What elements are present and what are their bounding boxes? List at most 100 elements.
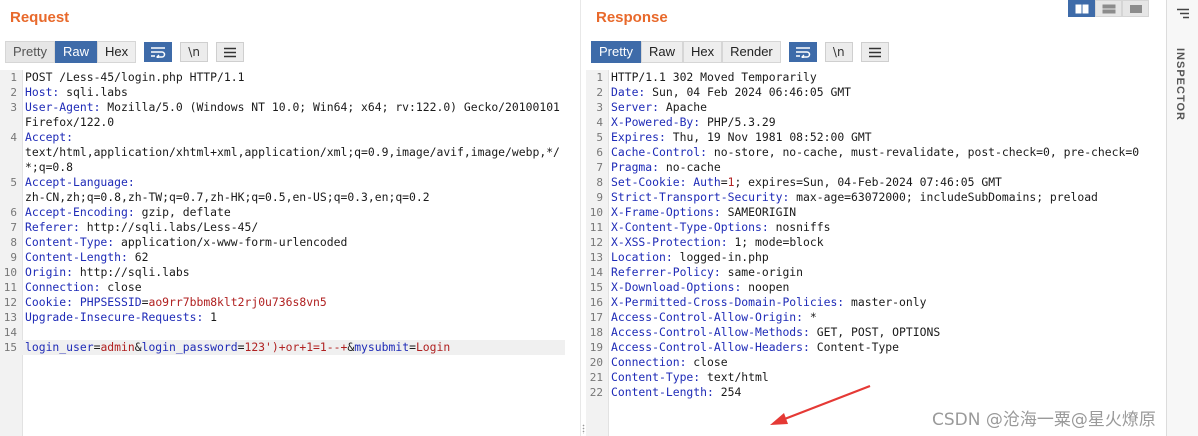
header-name: Cache-Control: <box>611 145 708 159</box>
line-content[interactable]: Content-Type: application/x-www-form-url… <box>20 235 565 250</box>
response-line[interactable]: 1 HTTP/1.1 302 Moved Temporarily <box>586 70 1166 85</box>
response-show-newlines-button[interactable]: \n <box>824 42 853 62</box>
response-line[interactable]: 11 X-Content-Type-Options: nosniffs <box>586 220 1166 235</box>
response-tab-pretty[interactable]: Pretty <box>591 41 641 63</box>
response-line[interactable]: 17 Access-Control-Allow-Origin: * <box>586 310 1166 325</box>
response-wrap-lines-button[interactable] <box>788 42 817 62</box>
response-line[interactable]: 3 Server: Apache <box>586 100 1166 115</box>
response-menu-button[interactable] <box>860 42 889 62</box>
request-tab-pretty[interactable]: Pretty <box>5 41 55 63</box>
header-name: Access-Control-Allow-Methods: <box>611 325 810 339</box>
wrap-lines-button[interactable] <box>144 42 173 62</box>
text-segment: 254 <box>713 385 742 399</box>
line-content[interactable]: Connection: close <box>606 355 1151 370</box>
request-line[interactable]: 14 <box>0 325 580 340</box>
line-content[interactable]: Accept: text/html,application/xhtml+xml,… <box>20 130 565 175</box>
line-content[interactable]: Access-Control-Allow-Origin: * <box>606 310 1151 325</box>
request-line[interactable]: 3 User-Agent: Mozilla/5.0 (Windows NT 10.… <box>0 100 580 130</box>
request-line[interactable]: 11 Connection: close <box>0 280 580 295</box>
line-content[interactable]: Strict-Transport-Security: max-age=63072… <box>606 190 1151 205</box>
line-content[interactable] <box>20 325 565 340</box>
request-line[interactable]: 6 Accept-Encoding: gzip, deflate <box>0 205 580 220</box>
request-line[interactable]: 10 Origin: http://sqli.labs <box>0 265 580 280</box>
request-line[interactable]: 8 Content-Type: application/x-www-form-ur… <box>0 235 580 250</box>
text-segment: GET, POST, OPTIONS <box>809 325 941 339</box>
line-content[interactable]: Connection: close <box>20 280 565 295</box>
response-line[interactable]: 19 Access-Control-Allow-Headers: Content-… <box>586 340 1166 355</box>
line-content[interactable]: Origin: http://sqli.labs <box>20 265 565 280</box>
response-line[interactable]: 12 X-XSS-Protection: 1; mode=block <box>586 235 1166 250</box>
request-line[interactable]: 1 POST /Less-45/login.php HTTP/1.1 <box>0 70 580 85</box>
line-content[interactable]: X-XSS-Protection: 1; mode=block <box>606 235 1151 250</box>
split-vertical-button[interactable] <box>1095 0 1122 17</box>
request-line[interactable]: 2 Host: sqli.labs <box>0 85 580 100</box>
line-content[interactable]: Access-Control-Allow-Headers: Content-Ty… <box>606 340 1151 355</box>
response-line[interactable]: 2 Date: Sun, 04 Feb 2024 06:46:05 GMT <box>586 85 1166 100</box>
line-content[interactable]: HTTP/1.1 302 Moved Temporarily <box>606 70 1151 85</box>
line-content[interactable]: Access-Control-Allow-Methods: GET, POST,… <box>606 325 1151 340</box>
response-line[interactable]: 10 X-Frame-Options: SAMEORIGIN <box>586 205 1166 220</box>
response-line[interactable]: 7 Pragma: no-cache <box>586 160 1166 175</box>
line-content[interactable]: Referrer-Policy: same-origin <box>606 265 1151 280</box>
single-pane-button[interactable] <box>1122 0 1149 17</box>
response-line[interactable]: 14 Referrer-Policy: same-origin <box>586 265 1166 280</box>
request-line[interactable]: 7 Referer: http://sqli.labs/Less-45/ <box>0 220 580 235</box>
request-line[interactable]: 15 login_user=admin&login_password=123')+… <box>0 340 580 355</box>
line-content[interactable]: POST /Less-45/login.php HTTP/1.1 <box>20 70 565 85</box>
line-content[interactable]: Referer: http://sqli.labs/Less-45/ <box>20 220 565 235</box>
request-line[interactable]: 12 Cookie: PHPSESSID=ao9rr7bbm8klt2rj0u73… <box>0 295 580 310</box>
line-number: 20 <box>589 356 603 369</box>
request-line[interactable]: 4 Accept: text/html,application/xhtml+xml… <box>0 130 580 175</box>
line-content[interactable]: Location: logged-in.php <box>606 250 1151 265</box>
line-content[interactable]: Pragma: no-cache <box>606 160 1151 175</box>
line-content[interactable]: X-Permitted-Cross-Domain-Policies: maste… <box>606 295 1151 310</box>
line-content[interactable]: Date: Sun, 04 Feb 2024 06:46:05 GMT <box>606 85 1151 100</box>
line-content[interactable]: User-Agent: Mozilla/5.0 (Windows NT 10.0… <box>20 100 565 130</box>
split-horizontal-button[interactable] <box>1068 0 1095 17</box>
show-newlines-button[interactable]: \n <box>180 42 209 62</box>
response-line[interactable]: 8 Set-Cookie: Auth=1; expires=Sun, 04-Feb… <box>586 175 1166 190</box>
line-content[interactable]: Cookie: PHPSESSID=ao9rr7bbm8klt2rj0u736s… <box>20 295 565 310</box>
line-content[interactable]: X-Download-Options: noopen <box>606 280 1151 295</box>
response-tab-render[interactable]: Render <box>722 41 781 63</box>
response-tab-hex[interactable]: Hex <box>682 41 723 63</box>
line-content[interactable]: Upgrade-Insecure-Requests: 1 <box>20 310 565 325</box>
response-line[interactable]: 18 Access-Control-Allow-Methods: GET, POS… <box>586 325 1166 340</box>
line-content[interactable]: Set-Cookie: Auth=1; expires=Sun, 04-Feb-… <box>606 175 1151 190</box>
request-line[interactable]: 13 Upgrade-Insecure-Requests: 1 <box>0 310 580 325</box>
request-tab-raw[interactable]: Raw <box>54 41 97 63</box>
response-line[interactable]: 13 Location: logged-in.php <box>586 250 1166 265</box>
line-content[interactable]: X-Frame-Options: SAMEORIGIN <box>606 205 1151 220</box>
line-content[interactable]: Cache-Control: no-store, no-cache, must-… <box>606 145 1151 160</box>
request-line[interactable]: 9 Content-Length: 62 <box>0 250 580 265</box>
response-line[interactable]: 16 X-Permitted-Cross-Domain-Policies: mas… <box>586 295 1166 310</box>
line-content[interactable]: Content-Length: 62 <box>20 250 565 265</box>
line-content[interactable]: Host: sqli.labs <box>20 85 565 100</box>
response-line[interactable]: 9 Strict-Transport-Security: max-age=6307… <box>586 190 1166 205</box>
response-line[interactable]: 5 Expires: Thu, 19 Nov 1981 08:52:00 GMT <box>586 130 1166 145</box>
line-number: 9 <box>596 191 603 204</box>
line-content[interactable]: Server: Apache <box>606 100 1151 115</box>
request-editor[interactable]: 1 POST /Less-45/login.php HTTP/1.1 2 Host: … <box>0 70 580 436</box>
request-menu-button[interactable] <box>216 42 245 62</box>
request-line[interactable]: 5 Accept-Language: zh-CN,zh;q=0.8,zh-TW;q… <box>0 175 580 205</box>
header-name: Accept-Encoding: <box>25 205 135 219</box>
line-content[interactable]: X-Content-Type-Options: nosniffs <box>606 220 1151 235</box>
line-content[interactable]: X-Powered-By: PHP/5.3.29 <box>606 115 1151 130</box>
response-line[interactable]: 20 Connection: close <box>586 355 1166 370</box>
line-content[interactable]: Accept-Language: zh-CN,zh;q=0.8,zh-TW;q=… <box>20 175 565 205</box>
request-tab-hex[interactable]: Hex <box>96 41 137 63</box>
line-content[interactable]: Accept-Encoding: gzip, deflate <box>20 205 565 220</box>
inspector-label[interactable]: INSPECTOR <box>1174 48 1186 121</box>
line-content[interactable]: login_user=admin&login_password=123')+or… <box>20 340 565 355</box>
response-line[interactable]: 4 X-Powered-By: PHP/5.3.29 <box>586 115 1166 130</box>
drag-handle-icon[interactable] <box>582 424 585 434</box>
line-content[interactable]: Expires: Thu, 19 Nov 1981 08:52:00 GMT <box>606 130 1151 145</box>
response-line[interactable]: 6 Cache-Control: no-store, no-cache, must… <box>586 145 1166 160</box>
inspector-sidebar[interactable]: INSPECTOR <box>1166 0 1198 436</box>
text-segment: Sun, 04 Feb 2024 06:46:05 GMT <box>645 85 852 99</box>
header-name: Expires: <box>611 130 666 144</box>
response-line[interactable]: 15 X-Download-Options: noopen <box>586 280 1166 295</box>
response-tab-raw[interactable]: Raw <box>640 41 683 63</box>
panel-menu-icon[interactable] <box>1176 8 1190 19</box>
